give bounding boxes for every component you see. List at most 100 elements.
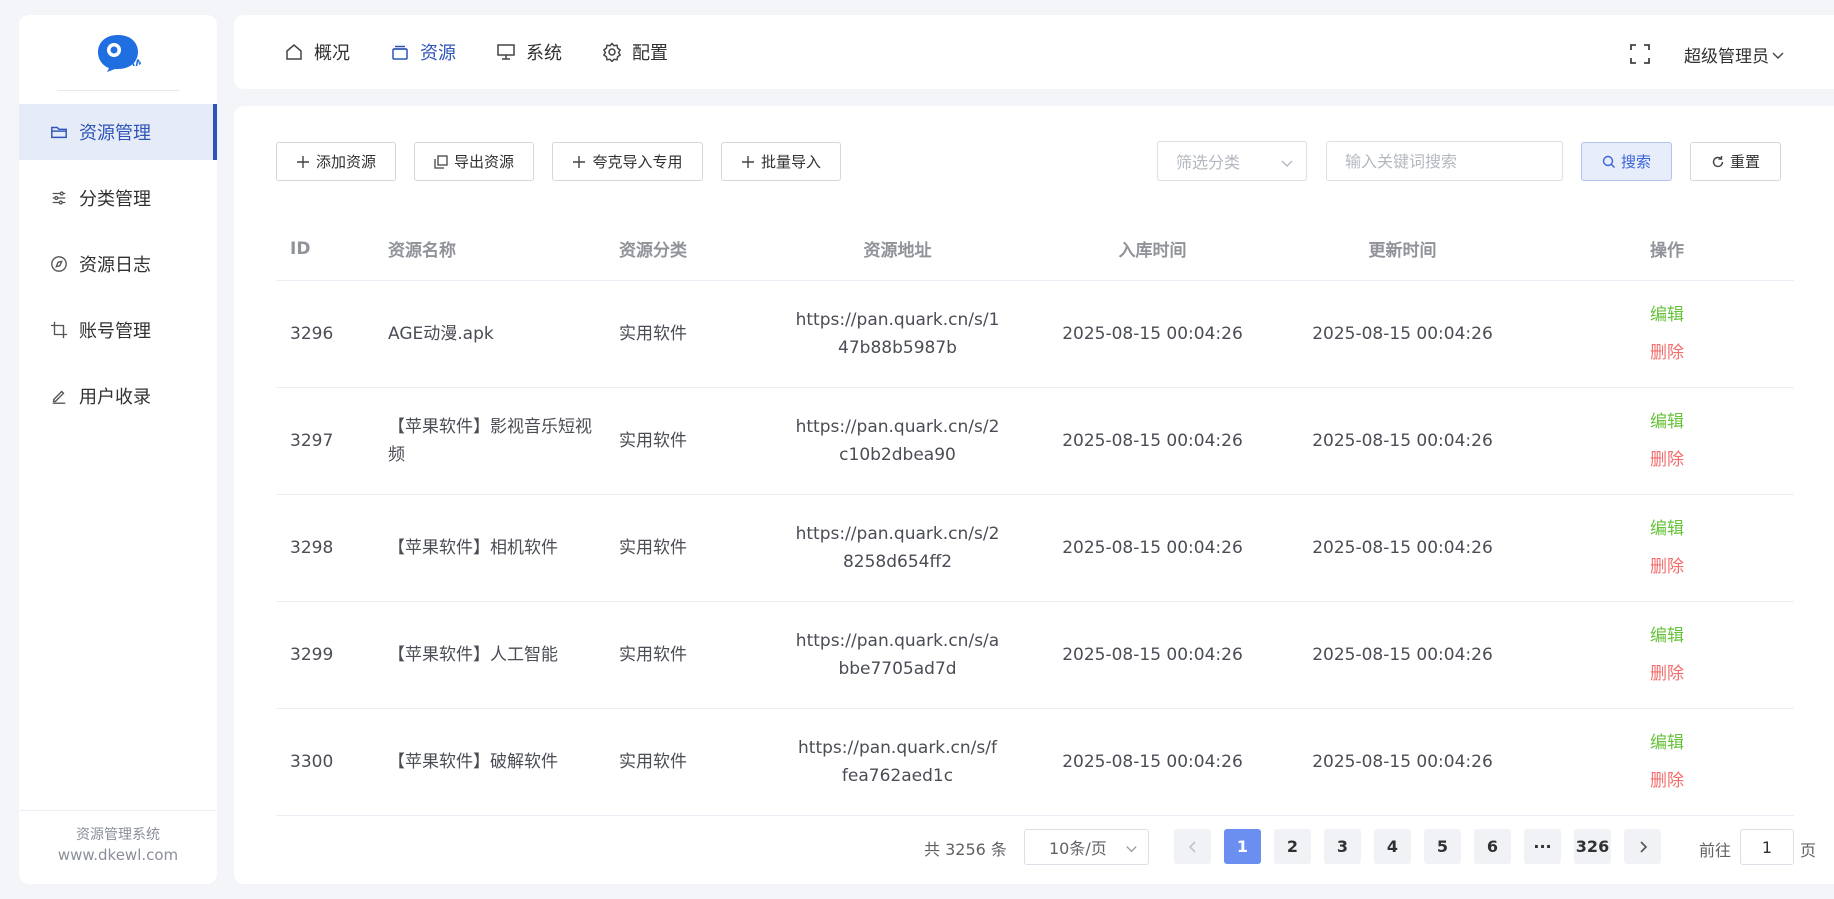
chevron-right-icon [1639, 840, 1647, 853]
header-id: ID [276, 218, 374, 281]
sidebar-nav: 资源管理 分类管理 资源日志 账号管理 用户收录 [19, 104, 217, 424]
reset-label: 重置 [1729, 153, 1760, 171]
top-nav-system[interactable]: 系统 [496, 39, 562, 65]
header-name: 资源名称 [374, 218, 605, 281]
sidebar-item-account-management[interactable]: 账号管理 [19, 302, 217, 358]
sidebar-item-user-submissions[interactable]: 用户收录 [19, 368, 217, 424]
page-button[interactable]: 4 [1374, 829, 1411, 864]
sidebar-item-resource-management[interactable]: 资源管理 [19, 104, 217, 160]
cell-category: 实用软件 [605, 708, 755, 816]
cell-id: 3299 [276, 601, 374, 709]
cell-url: https://pan.quark.cn/s/a bbe7705ad7d [755, 601, 1040, 709]
search-button[interactable]: 搜索 [1581, 142, 1672, 181]
main-panel: 添加资源 导出资源 夸克导入专用 批量导入 筛选分类 搜索 重置 [234, 106, 1834, 884]
table-row: 3299 【苹果软件】人工智能 实用软件 https://pan.quark.c… [276, 601, 1794, 709]
url-line: https://pan.quark.cn/s/2 [795, 416, 1000, 437]
edit-link[interactable]: 编辑 [1540, 296, 1794, 334]
chevron-down-icon [1772, 52, 1784, 59]
search-icon [1602, 155, 1615, 168]
delete-link[interactable]: 删除 [1540, 334, 1794, 372]
edit-link[interactable]: 编辑 [1540, 617, 1794, 655]
copy-icon [434, 154, 448, 169]
sidebar-item-label: 分类管理 [79, 189, 151, 210]
page-ellipsis-button[interactable]: ··· [1524, 829, 1561, 864]
cell-created: 2025-08-15 00:04:26 [1040, 494, 1265, 602]
table-row: 3298 【苹果软件】相机软件 实用软件 https://pan.quark.c… [276, 494, 1794, 602]
header-created: 入库时间 [1040, 218, 1265, 281]
sidebar-item-label: 资源日志 [79, 255, 151, 276]
delete-link[interactable]: 删除 [1540, 762, 1794, 800]
chevron-left-icon [1188, 840, 1196, 853]
cell-updated: 2025-08-15 00:04:26 [1265, 280, 1540, 388]
header-updated: 更新时间 [1265, 218, 1540, 281]
cell-updated: 2025-08-15 00:04:26 [1265, 494, 1540, 602]
keyword-search-input[interactable] [1326, 141, 1563, 181]
delete-link[interactable]: 删除 [1540, 655, 1794, 693]
quark-import-button[interactable]: 夸克导入专用 [552, 142, 703, 181]
next-page-button[interactable] [1624, 829, 1661, 864]
gear-icon [602, 42, 622, 62]
export-resource-button[interactable]: 导出资源 [414, 142, 534, 181]
delete-link[interactable]: 删除 [1540, 441, 1794, 479]
logo-area: CRM [19, 15, 217, 91]
pen-icon [49, 386, 69, 406]
pagination: 共 3256 条 10条/页 1 2 3 4 5 6 ··· 326 前往 页 [234, 826, 1834, 866]
url-line: 8258d654ff2 [842, 551, 953, 572]
edit-link[interactable]: 编辑 [1540, 403, 1794, 441]
header-url: 资源地址 [755, 218, 1040, 281]
goto-suffix: 页 [1800, 841, 1817, 860]
url-line: c10b2dbea90 [839, 444, 956, 465]
fullscreen-icon[interactable] [1629, 43, 1651, 65]
cell-id: 3297 [276, 387, 374, 495]
cell-category: 实用软件 [605, 387, 755, 495]
user-menu[interactable]: 超级管理员 [1684, 42, 1785, 67]
prev-page-button[interactable] [1174, 829, 1211, 864]
reset-button[interactable]: 重置 [1690, 142, 1781, 181]
batch-import-label: 批量导入 [760, 153, 821, 171]
edit-link[interactable]: 编辑 [1540, 724, 1794, 762]
crop-icon [49, 320, 69, 340]
compass-icon [49, 254, 69, 274]
page-button[interactable]: 2 [1274, 829, 1311, 864]
url-line: https://pan.quark.cn/s/2 [795, 523, 1000, 544]
footer-url: www.dkewl.com [57, 846, 179, 864]
top-nav-label: 概况 [314, 43, 350, 64]
delete-link[interactable]: 删除 [1540, 548, 1794, 586]
top-nav-label: 配置 [632, 43, 668, 64]
page-button[interactable]: 6 [1474, 829, 1511, 864]
page-button[interactable]: 3 [1324, 829, 1361, 864]
add-resource-label: 添加资源 [315, 153, 376, 171]
page-size-select[interactable]: 10条/页 [1024, 829, 1149, 865]
sliders-icon [49, 188, 69, 208]
sidebar-item-resource-log[interactable]: 资源日志 [19, 236, 217, 292]
top-nav-config[interactable]: 配置 [602, 39, 668, 65]
edit-link[interactable]: 编辑 [1540, 510, 1794, 548]
sidebar-item-category-management[interactable]: 分类管理 [19, 170, 217, 226]
plus-icon [741, 155, 754, 168]
sidebar-item-label: 用户收录 [79, 387, 151, 408]
cell-category: 实用软件 [605, 494, 755, 602]
url-line: https://pan.quark.cn/s/a [795, 630, 1000, 651]
refresh-icon [1712, 155, 1724, 167]
page-button[interactable]: 5 [1424, 829, 1461, 864]
page-button[interactable]: 326 [1574, 829, 1611, 864]
top-nav-resources[interactable]: 资源 [390, 39, 456, 65]
table-row: 3296 AGE动漫.apk 实用软件 https://pan.quark.cn… [276, 280, 1794, 388]
cell-created: 2025-08-15 00:04:26 [1040, 280, 1265, 388]
resource-table: ID 资源名称 资源分类 资源地址 入库时间 更新时间 操作 3296 AGE动… [276, 218, 1794, 816]
monitor-icon [497, 44, 515, 60]
cell-updated: 2025-08-15 00:04:26 [1265, 708, 1540, 816]
goto-page-input[interactable] [1740, 829, 1794, 865]
top-nav-overview[interactable]: 概况 [284, 39, 350, 65]
category-filter-select[interactable]: 筛选分类 [1157, 141, 1307, 181]
page-button[interactable]: 1 [1224, 829, 1261, 864]
cell-category: 实用软件 [605, 280, 755, 388]
batch-import-button[interactable]: 批量导入 [721, 142, 841, 181]
top-nav-label: 资源 [420, 43, 456, 64]
add-resource-button[interactable]: 添加资源 [276, 142, 396, 181]
top-bar: 概况 资源 系统 配置 超级管理员 [234, 15, 1834, 89]
cell-name: 【苹果软件】相机软件 [374, 494, 605, 602]
cell-url: https://pan.quark.cn/s/2 c10b2dbea90 [755, 387, 1040, 495]
folder-icon [49, 122, 69, 142]
url-line: https://pan.quark.cn/s/1 [795, 309, 1000, 330]
